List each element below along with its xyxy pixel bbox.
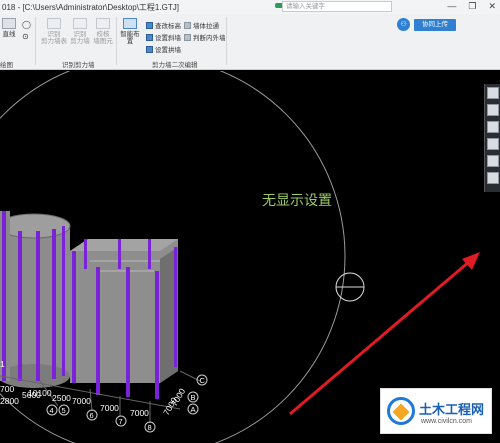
recognize-wall-label: 识别 剪力墙 <box>70 31 90 45</box>
line-icon <box>2 18 16 29</box>
left-mark: 1 <box>0 359 5 369</box>
dim-bottom-0: 7000 <box>72 396 91 406</box>
minimize-button[interactable]: — <box>447 1 456 12</box>
dim-left-1: 2800 <box>0 396 19 406</box>
check-elevation-button[interactable]: 查改标高 <box>146 20 181 30</box>
group-edit-label: 剪力墙二次编辑 <box>152 62 198 69</box>
check-wall-label: 校核 墙图元 <box>93 31 113 45</box>
recognize-wall-table-label: 识别 剪力墙表 <box>41 31 67 45</box>
dim-left-0: 700 <box>0 384 14 394</box>
display-icon[interactable] <box>487 121 499 133</box>
grid-num-8: 8 <box>148 423 152 432</box>
maximize-button[interactable]: ❐ <box>468 1 476 12</box>
view-toolbar <box>484 84 500 192</box>
grid-letter-c: C <box>200 376 206 385</box>
check-icon <box>96 18 110 29</box>
grid-letter-a: A <box>191 405 196 414</box>
ribbon: 直线 ◯ ⊙ 识别 剪力墙表 识别 剪力墙 校核 墙图元 智能布置 查改标高 墙… <box>0 14 500 70</box>
fit-icon[interactable] <box>487 172 499 184</box>
dim-left-3: 2500 <box>52 393 71 403</box>
civilcn-logo-icon <box>387 397 415 425</box>
watermark-url: www.civilcn.com <box>421 418 472 425</box>
cylinder-wall[interactable] <box>0 211 71 388</box>
refresh-icon[interactable] <box>487 155 499 167</box>
check-wall-button[interactable]: 校核 墙图元 <box>92 18 114 45</box>
grid-letter-b: B <box>191 393 196 402</box>
set-slope-wall-button[interactable]: 设置斜墙 <box>146 32 181 42</box>
circle-tool-icon[interactable]: ◯ <box>22 20 31 29</box>
no-display-setting-text: 无显示设置 <box>262 192 332 208</box>
dim-mid-0: 10100 <box>28 388 52 398</box>
title-bar: 018 - [C:\Users\Administrator\Desktop\工程… <box>0 0 500 14</box>
judge-icon <box>184 33 191 41</box>
slope-icon <box>146 33 153 41</box>
smart-layout-button[interactable]: 智能布置 <box>118 18 142 45</box>
share-icon[interactable]: ⚇ <box>397 18 410 31</box>
watermark-logo: 土木工程网 www.civilcn.com <box>380 388 492 434</box>
dim-right-1: 7000 <box>169 386 187 408</box>
extend-icon <box>184 21 191 29</box>
table-icon <box>47 18 61 29</box>
grid-num-5: 5 <box>62 406 66 415</box>
recognize-wall-table-button[interactable]: 识别 剪力墙表 <box>40 18 68 45</box>
arc-tool-icon[interactable]: ⊙ <box>22 32 29 41</box>
search-input[interactable]: 请输入关键字 <box>282 1 392 12</box>
close-button[interactable]: ✕ <box>488 1 496 12</box>
recognize-wall-button[interactable]: 识别 剪力墙 <box>68 18 92 45</box>
layer-icon[interactable] <box>487 138 499 150</box>
dim-bottom-2: 7000 <box>130 408 149 418</box>
line-button[interactable]: 直线 <box>2 18 16 38</box>
group-draw-label: 绘图 <box>0 62 13 69</box>
grid-num-6: 6 <box>90 411 94 420</box>
view-cube-icon[interactable] <box>487 87 499 99</box>
grid-num-7: 7 <box>119 417 123 426</box>
box-walls[interactable] <box>70 239 178 399</box>
dim-bottom-1: 7000 <box>100 403 119 413</box>
watermark-title: 土木工程网 <box>419 402 485 417</box>
smart-layout-label: 智能布置 <box>120 31 140 45</box>
set-arch-wall-button[interactable]: 设置拱墙 <box>146 44 181 54</box>
line-label: 直线 <box>2 31 16 38</box>
arch-icon <box>146 45 153 53</box>
grid-num-4: 4 <box>50 406 54 415</box>
wall-icon <box>73 18 87 29</box>
judge-inner-outer-button[interactable]: 判断内外墙 <box>184 32 226 42</box>
elevation-icon <box>146 21 153 29</box>
group-recognize-label: 识别剪力墙 <box>62 62 95 69</box>
grid-icon <box>123 18 137 29</box>
share-upload-button[interactable]: 协同上传 <box>414 19 456 31</box>
wall-extend-button[interactable]: 墙体拉通 <box>184 20 219 30</box>
window-title: 018 - [C:\Users\Administrator\Desktop\工程… <box>2 3 179 12</box>
rotate-icon[interactable] <box>487 104 499 116</box>
